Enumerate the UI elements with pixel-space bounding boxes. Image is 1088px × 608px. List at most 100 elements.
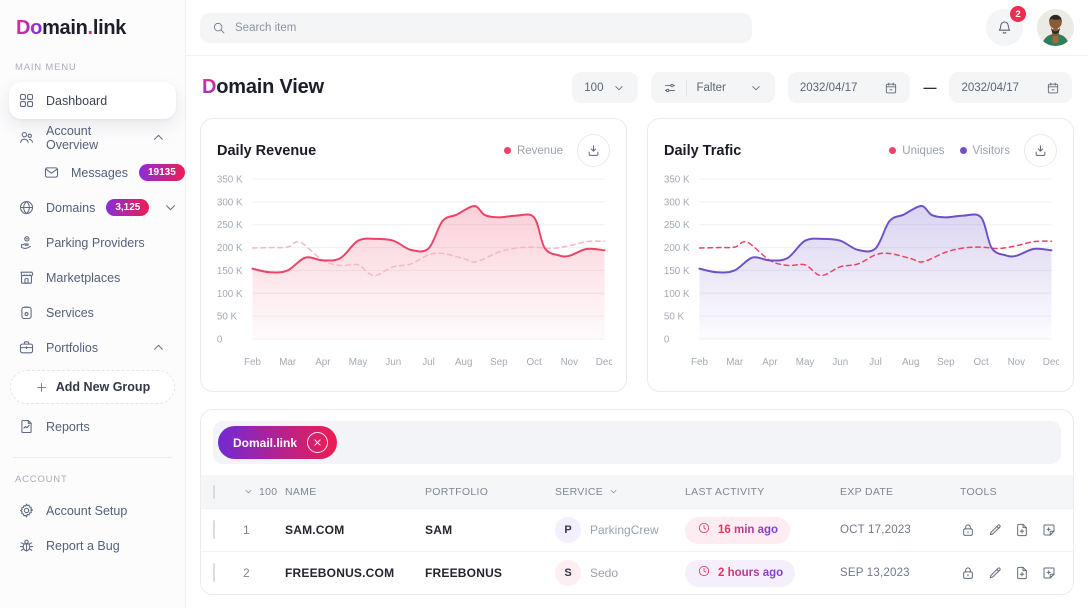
svg-text:Nov: Nov	[1008, 357, 1026, 368]
sidebar-item-label: Dashboard	[46, 94, 107, 108]
select-all-checkbox[interactable]	[213, 485, 215, 499]
column-header-last-activity[interactable]: LAST ACTIVITY	[685, 486, 840, 498]
filter-select[interactable]: Falter	[651, 72, 774, 103]
lock-icon	[960, 522, 976, 538]
edit-icon	[987, 522, 1003, 538]
search-icon	[212, 21, 226, 35]
sidebar-item-services[interactable]: Services	[9, 296, 176, 329]
add-file-tool-button[interactable]	[1014, 565, 1030, 581]
avatar[interactable]	[1037, 9, 1074, 46]
sliders-icon	[663, 81, 677, 95]
sidebar-item-report-a-bug[interactable]: Report a Bug	[9, 529, 176, 562]
column-header-exp-date[interactable]: EXP DATE	[840, 486, 960, 498]
sidebar-item-portfolios[interactable]: Portfolios	[9, 331, 176, 364]
logo-end-part: link	[93, 17, 126, 39]
svg-text:Aug: Aug	[455, 357, 472, 368]
sidebar-item-parking-providers[interactable]: Parking Providers	[9, 226, 176, 259]
page-title: Domain View	[202, 76, 324, 99]
revenue-chart: 350 K300 K250 K200 K150 K100 K50 K0FebMa…	[215, 167, 612, 379]
filter-chip[interactable]: Domail.link	[218, 426, 337, 459]
lock-icon	[960, 565, 976, 581]
daily-traffic-card: Daily Trafic UniquesVisitors 350 K300 K2…	[647, 118, 1074, 392]
legend-label: Revenue	[517, 145, 563, 157]
app-root: Domain.link MAIN MENUDashboardAccount Ov…	[0, 0, 1088, 608]
column-header-service[interactable]: SERVICE	[555, 486, 685, 498]
export-tool-button[interactable]	[1041, 565, 1057, 581]
export-tool-button[interactable]	[1041, 522, 1057, 538]
svg-text:350 K: 350 K	[217, 174, 243, 185]
logo-mid-part: main	[42, 17, 87, 39]
row-number: 1	[243, 523, 285, 537]
topbar: 2	[186, 0, 1088, 56]
export-icon	[1041, 565, 1057, 581]
remove-filter-button[interactable]	[307, 432, 328, 453]
date-from-picker[interactable]: 2032/04/17	[788, 72, 911, 103]
clock-icon	[697, 564, 711, 583]
lock-tool-button[interactable]	[960, 522, 976, 538]
last-activity-text: 2 hours ago	[718, 567, 783, 579]
table-header: 100 NAME PORTFOLIO SERVICE LAST ACTIVITY…	[201, 475, 1073, 508]
date-to-picker[interactable]: 2032/04/17	[949, 72, 1072, 103]
sidebar-item-domains[interactable]: Domains 3,125	[9, 191, 176, 224]
page-title-grad-letter: D	[202, 76, 216, 98]
briefcase-icon	[18, 339, 35, 356]
page-size-value: 100	[584, 82, 603, 94]
download-icon	[586, 143, 601, 158]
row-number: 2	[243, 566, 285, 580]
service-name: ParkingCrew	[590, 523, 659, 537]
column-header-name[interactable]: NAME	[285, 486, 425, 498]
last-activity-badge: 2 hours ago	[685, 560, 795, 587]
column-label: 100	[259, 486, 277, 498]
sidebar-item-account-overview[interactable]: Account Overview	[9, 121, 176, 154]
sidebar-item-label: Add New Group	[56, 380, 150, 394]
logo-grad-part: Do	[16, 17, 42, 39]
download-button[interactable]	[577, 134, 610, 167]
svg-text:Sep: Sep	[490, 357, 508, 368]
row-checkbox[interactable]	[213, 520, 215, 539]
chevron-up-icon	[150, 339, 167, 356]
edit-tool-button[interactable]	[987, 522, 1003, 538]
legend-item: Visitors	[960, 145, 1011, 157]
page-title-rest: omain View	[216, 76, 324, 98]
grid-icon	[18, 92, 35, 109]
page-size-select[interactable]: 100	[572, 72, 638, 103]
search-input[interactable]	[235, 22, 740, 34]
svg-text:50 K: 50 K	[664, 311, 684, 322]
page-header: Domain View 100 Falter 2032/04/17	[202, 72, 1072, 103]
add-file-icon	[1014, 565, 1030, 581]
edit-tool-button[interactable]	[987, 565, 1003, 581]
sidebar-item-dashboard[interactable]: Dashboard	[9, 82, 176, 119]
notifications-button[interactable]: 2	[986, 9, 1023, 46]
svg-text:50 K: 50 K	[217, 311, 237, 322]
sidebar-item-messages[interactable]: Messages19135	[34, 156, 176, 189]
search-box[interactable]	[200, 13, 752, 43]
download-button[interactable]	[1024, 134, 1057, 167]
sidebar-item-add-new-group[interactable]: Add New Group	[10, 370, 175, 404]
add-file-tool-button[interactable]	[1014, 522, 1030, 538]
menu-section-label: MAIN MENU	[9, 46, 176, 80]
table-row: 2FREEBONUS.COMFREEBONUSSSedo2 hours agoS…	[201, 551, 1073, 594]
count-badge: 3,125	[106, 199, 149, 216]
sidebar-item-label: Portfolios	[46, 341, 98, 355]
add-file-icon	[1014, 522, 1030, 538]
legend-dot	[504, 147, 511, 154]
row-checkbox[interactable]	[213, 563, 215, 582]
sidebar-item-marketplaces[interactable]: Marketplaces	[9, 261, 176, 294]
column-header-portfolio[interactable]: PORTFOLIO	[425, 486, 555, 498]
tools-cell	[960, 522, 1061, 538]
report-icon	[18, 418, 35, 435]
sidebar-item-label: Domains	[46, 201, 95, 215]
svg-text:Dec: Dec	[1043, 357, 1059, 368]
sidebar-item-reports[interactable]: Reports	[9, 410, 176, 443]
sidebar: Domain.link MAIN MENUDashboardAccount Ov…	[0, 0, 186, 608]
svg-text:150 K: 150 K	[664, 266, 690, 277]
column-header-count[interactable]: 100	[243, 486, 285, 498]
users-icon	[18, 129, 35, 146]
domain-name: FREEBONUS.COM	[285, 566, 425, 580]
calendar-icon	[1046, 81, 1060, 95]
hand-coin-icon	[18, 234, 35, 251]
sidebar-item-label: Marketplaces	[46, 271, 120, 285]
chevron-down-icon	[243, 486, 254, 497]
lock-tool-button[interactable]	[960, 565, 976, 581]
sidebar-item-account-setup[interactable]: Account Setup	[9, 494, 176, 527]
